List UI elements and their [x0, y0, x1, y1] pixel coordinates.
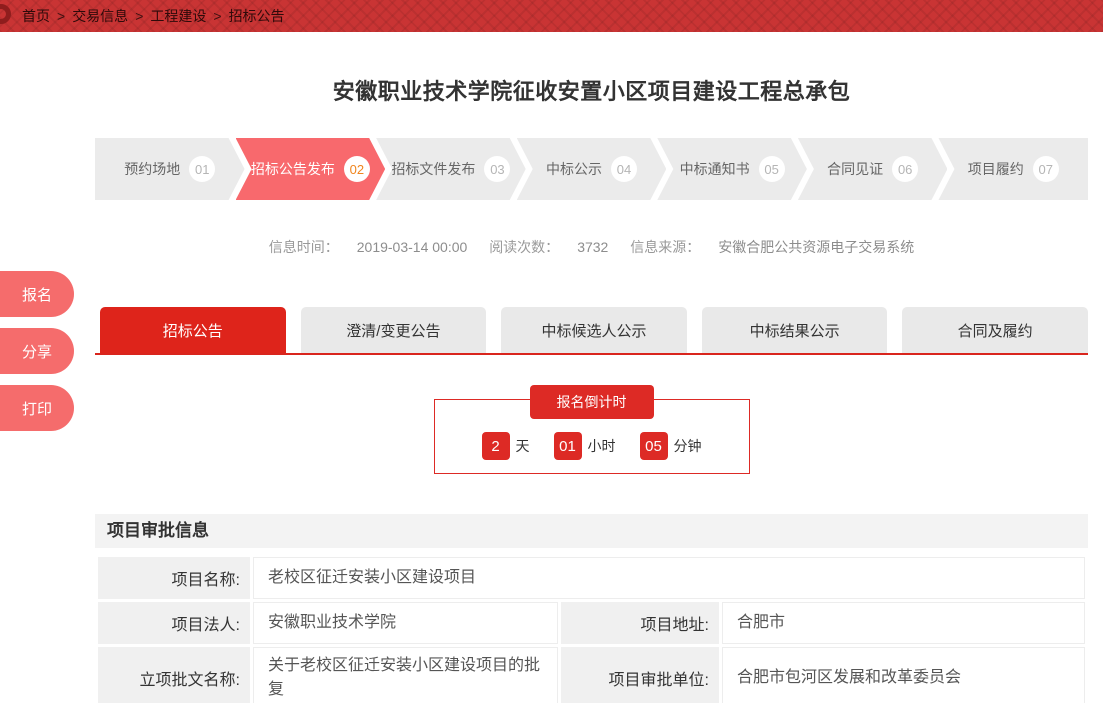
tab-clarification-change[interactable]: 澄清/变更公告: [301, 307, 487, 353]
field-label-approval-authority: 项目审批单位:: [561, 647, 719, 703]
field-value-legal-person: 安徽职业技术学院: [253, 602, 558, 644]
step-label: 项目履约: [968, 159, 1024, 179]
signup-countdown-box: 报名倒计时 2 天 01 小时 05 分钟: [434, 399, 750, 474]
countdown-hours-unit: 小时: [588, 436, 616, 456]
signup-button[interactable]: 报名: [0, 271, 74, 317]
countdown-hours-value: 01: [554, 432, 582, 460]
print-button[interactable]: 打印: [0, 385, 74, 431]
field-value-approval-authority: 合肥市包河区发展和改革委员会: [722, 647, 1085, 703]
step-reserve-venue[interactable]: 预约场地 01: [95, 138, 245, 200]
field-value-approval-doc-name: 关于老校区征迁安装小区建设项目的批复: [253, 647, 558, 703]
breadcrumb-trade-info[interactable]: 交易信息: [72, 6, 128, 26]
step-winner-publicity[interactable]: 中标公示 04: [517, 138, 667, 200]
breadcrumb-separator: >: [213, 8, 221, 24]
article-meta: 信息时间： 2019-03-14 00:00 阅读次数： 3732 信息来源： 安徽合…: [95, 237, 1088, 257]
section-title-project-approval: 项目审批信息: [95, 514, 1088, 548]
project-approval-table: 项目名称: 老校区征迁安装小区建设项目 项目法人: 安徽职业技术学院 项目地址:…: [95, 554, 1088, 703]
step-award-notification[interactable]: 中标通知书 05: [657, 138, 807, 200]
step-number-badge: 01: [189, 156, 215, 182]
countdown-minutes-value: 05: [640, 432, 668, 460]
step-label: 预约场地: [124, 159, 180, 179]
breadcrumb-home[interactable]: 首页: [22, 6, 50, 26]
meta-time-value: 2019-03-14 00:00: [357, 239, 468, 255]
step-label: 招标文件发布: [391, 159, 475, 179]
meta-time-label: 信息时间：: [269, 239, 339, 255]
table-row: 项目名称: 老校区征迁安装小区建设项目: [98, 557, 1085, 599]
location-pin-icon: [0, 4, 11, 24]
tab-tender-notice[interactable]: 招标公告: [100, 307, 286, 353]
breadcrumb-bar: 首页 > 交易信息 > 工程建设 > 招标公告: [0, 0, 1103, 32]
step-project-performance[interactable]: 项目履约 07: [938, 138, 1088, 200]
field-label-approval-doc-name: 立项批文名称:: [98, 647, 250, 703]
countdown-days-value: 2: [482, 432, 510, 460]
tab-candidate-publicity[interactable]: 中标候选人公示: [501, 307, 687, 353]
table-row: 立项批文名称: 关于老校区征迁安装小区建设项目的批复 项目审批单位: 合肥市包河…: [98, 647, 1085, 703]
step-label: 合同见证: [827, 159, 883, 179]
step-label: 中标通知书: [680, 159, 750, 179]
countdown-minutes-unit: 分钟: [674, 436, 702, 456]
step-number-badge: 07: [1033, 156, 1059, 182]
step-tender-docs-published[interactable]: 招标文件发布 03: [376, 138, 526, 200]
process-steps: 预约场地 01 招标公告发布 02 招标文件发布 03 中标公示 04 中标通知…: [95, 138, 1088, 200]
step-label: 招标公告发布: [251, 159, 335, 179]
countdown-hours: 01 小时: [554, 432, 616, 460]
step-number-badge: 05: [759, 156, 785, 182]
table-row: 项目法人: 安徽职业技术学院 项目地址: 合肥市: [98, 602, 1085, 644]
field-value-project-name: 老校区征迁安装小区建设项目: [253, 557, 1085, 599]
field-label-project-address: 项目地址:: [561, 602, 719, 644]
content-wrapper: 安徽职业技术学院征收安置小区项目建设工程总承包 预约场地 01 招标公告发布 0…: [95, 74, 1088, 703]
meta-views-label: 阅读次数：: [489, 239, 559, 255]
meta-source-label: 信息来源：: [630, 239, 700, 255]
breadcrumb-tender-notice[interactable]: 招标公告: [229, 6, 285, 26]
breadcrumb-separator: >: [57, 8, 65, 24]
countdown-days-unit: 天: [516, 436, 530, 456]
breadcrumb-separator: >: [135, 8, 143, 24]
meta-source-value: 安徽合肥公共资源电子交易系统: [718, 239, 914, 255]
countdown-days: 2 天: [482, 432, 530, 460]
tab-contract-performance[interactable]: 合同及履约: [902, 307, 1088, 353]
step-number-badge: 02: [344, 156, 370, 182]
tab-result-publicity[interactable]: 中标结果公示: [702, 307, 888, 353]
step-tender-notice-published[interactable]: 招标公告发布 02: [236, 138, 386, 200]
countdown-values: 2 天 01 小时 05 分钟: [435, 432, 749, 460]
floating-action-buttons: 报名 分享 打印: [0, 271, 74, 431]
breadcrumb: 首页 > 交易信息 > 工程建设 > 招标公告: [22, 6, 285, 26]
field-label-legal-person: 项目法人:: [98, 602, 250, 644]
countdown-minutes: 05 分钟: [640, 432, 702, 460]
step-number-badge: 04: [611, 156, 637, 182]
step-number-badge: 03: [484, 156, 510, 182]
page-title: 安徽职业技术学院征收安置小区项目建设工程总承包: [95, 74, 1088, 106]
field-label-project-name: 项目名称:: [98, 557, 250, 599]
step-contract-witness[interactable]: 合同见证 06: [798, 138, 948, 200]
field-value-project-address: 合肥市: [722, 602, 1085, 644]
step-label: 中标公示: [546, 159, 602, 179]
countdown-title: 报名倒计时: [530, 385, 654, 419]
notice-tabs: 招标公告 澄清/变更公告 中标候选人公示 中标结果公示 合同及履约: [95, 307, 1088, 355]
share-button[interactable]: 分享: [0, 328, 74, 374]
meta-views-value: 3732: [577, 239, 608, 255]
breadcrumb-engineering[interactable]: 工程建设: [150, 6, 206, 26]
step-number-badge: 06: [892, 156, 918, 182]
